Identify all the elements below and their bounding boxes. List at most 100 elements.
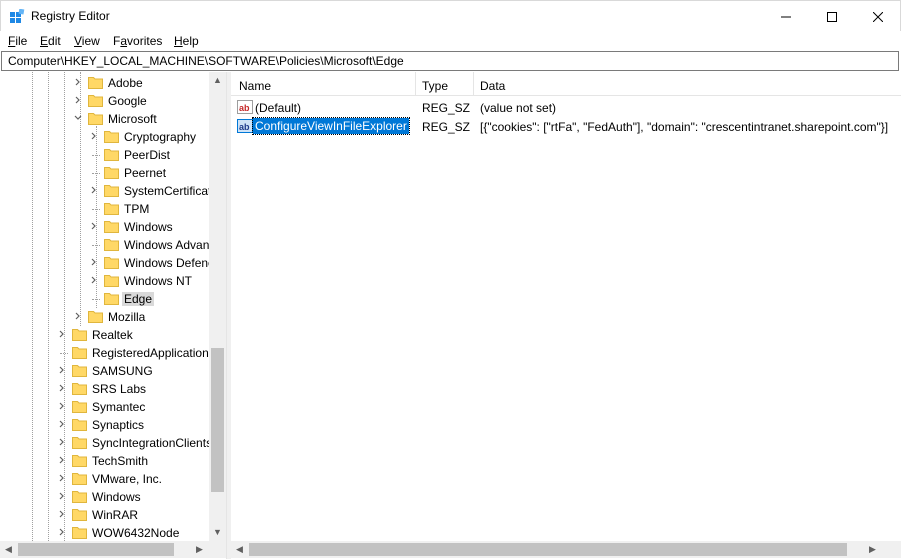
folder-icon	[72, 383, 87, 395]
menu-file[interactable]: File	[8, 34, 27, 48]
minimize-icon	[781, 16, 791, 17]
tree-item-label: Realtek	[92, 328, 133, 342]
value-data: [{"cookies": ["rtFa", "FedAuth"], "domai…	[480, 120, 889, 134]
chevron-right-icon[interactable]	[57, 383, 67, 393]
close-button[interactable]	[855, 1, 901, 32]
tree-item[interactable]: TechSmith	[0, 452, 226, 470]
column-separator[interactable]	[473, 72, 474, 96]
menu-help-rest: elp	[182, 34, 199, 48]
scroll-left-icon[interactable]: ◀	[5, 544, 12, 555]
chevron-right-icon[interactable]	[57, 365, 67, 375]
tree-item[interactable]: Windows Defenc	[0, 254, 226, 272]
tree-item[interactable]: Realtek	[0, 326, 226, 344]
chevron-right-icon[interactable]	[57, 455, 67, 465]
chevron-right-icon[interactable]	[89, 185, 99, 195]
tree-item[interactable]: Mozilla	[0, 308, 226, 326]
chevron-right-icon[interactable]	[57, 527, 67, 537]
maximize-button[interactable]	[809, 1, 855, 32]
tree-item[interactable]: TPM	[0, 200, 226, 218]
chevron-right-icon[interactable]	[57, 491, 67, 501]
chevron-right-icon[interactable]	[57, 509, 67, 519]
list-horizontal-scrollbar[interactable]: ◀ ▶	[231, 541, 901, 558]
tree-item[interactable]: Windows	[0, 488, 226, 506]
chevron-right-icon[interactable]	[73, 311, 83, 321]
tree-item-label: Symantec	[92, 400, 146, 414]
scroll-up-icon[interactable]: ▲	[213, 75, 222, 85]
address-bar[interactable]: Computer\HKEY_LOCAL_MACHINE\SOFTWARE\Pol…	[1, 51, 899, 71]
chevron-right-icon[interactable]	[57, 401, 67, 411]
tree-item[interactable]: Microsoft	[0, 110, 226, 128]
folder-icon	[88, 95, 103, 107]
tree-item[interactable]: Symantec	[0, 398, 226, 416]
list-horizontal-scroll-thumb[interactable]	[249, 543, 847, 556]
scroll-right-icon[interactable]: ▶	[196, 544, 203, 555]
tree-horizontal-scrollbar[interactable]: ◀ ▶	[0, 541, 226, 558]
chevron-right-icon[interactable]	[89, 131, 99, 141]
chevron-right-icon[interactable]	[89, 257, 99, 267]
chevron-right-icon[interactable]	[73, 77, 83, 87]
tree-item[interactable]: Windows NT	[0, 272, 226, 290]
svg-text:ab: ab	[239, 103, 250, 113]
menu-help[interactable]: Help	[174, 34, 199, 48]
tree-item-label: TPM	[124, 202, 150, 216]
column-separator[interactable]	[415, 72, 416, 96]
tree-item[interactable]: Windows	[0, 218, 226, 236]
tree-horizontal-scroll-thumb[interactable]	[18, 543, 174, 556]
values-list[interactable]: Name Type Data ab (Default) REG_SZ (valu…	[231, 72, 901, 559]
menu-edit[interactable]: Edit	[40, 34, 61, 48]
scroll-left-icon[interactable]: ◀	[236, 544, 243, 555]
tree-item-label: VMware, Inc.	[92, 472, 163, 486]
tree-vertical-scrollbar[interactable]: ▲ ▼	[209, 72, 226, 541]
tree-item[interactable]: SRS Labs	[0, 380, 226, 398]
list-header: Name Type Data	[231, 72, 901, 96]
tree-item[interactable]: SyncIntegrationClients	[0, 434, 226, 452]
value-row[interactable]: ab (Default) REG_SZ (value not set)	[231, 98, 901, 117]
column-header-type[interactable]: Type	[422, 79, 448, 93]
tree-item-label: TechSmith	[92, 454, 149, 468]
value-row-selected[interactable]: ab ConfigureViewInFileExplorer REG_SZ [{…	[231, 117, 901, 136]
chevron-right-icon[interactable]	[57, 437, 67, 447]
tree-item[interactable]: Windows Advan	[0, 236, 226, 254]
tree-item[interactable]: PeerDist	[0, 146, 226, 164]
minimize-button[interactable]	[763, 1, 809, 32]
scroll-right-icon[interactable]: ▶	[869, 544, 876, 555]
chevron-right-icon[interactable]	[89, 221, 99, 231]
tree-item-label: Google	[108, 94, 147, 108]
scroll-down-icon[interactable]: ▼	[213, 527, 222, 537]
menu-bar: File Edit View Favorites Help	[0, 31, 901, 51]
column-header-name[interactable]: Name	[239, 79, 271, 93]
tree-guide-line	[92, 173, 100, 174]
tree-item-label: Windows Defenc	[124, 256, 215, 270]
chevron-right-icon[interactable]	[57, 329, 67, 339]
menu-favorites[interactable]: Favorites	[113, 34, 162, 48]
chevron-right-icon[interactable]	[57, 473, 67, 483]
chevron-down-icon[interactable]	[73, 113, 83, 123]
tree-vertical-scroll-thumb[interactable]	[211, 348, 224, 492]
tree-item[interactable]: SystemCertificat	[0, 182, 226, 200]
registry-tree[interactable]: Adobe Google Microsoft Cryptography PeerDist…	[0, 72, 227, 559]
tree-item[interactable]: SAMSUNG	[0, 362, 226, 380]
value-type: REG_SZ	[422, 120, 471, 134]
tree-item-label: Edge	[122, 292, 155, 306]
tree-item-label: Windows	[124, 220, 173, 234]
tree-item[interactable]: RegisteredApplication	[0, 344, 226, 362]
tree-item[interactable]: Edge	[0, 290, 226, 308]
tree-item[interactable]: VMware, Inc.	[0, 470, 226, 488]
registry-editor-icon	[10, 9, 25, 23]
chevron-right-icon[interactable]	[73, 95, 83, 105]
tree-item-label: Cryptography	[124, 130, 197, 144]
tree-item[interactable]: WOW6432Node	[0, 524, 226, 542]
folder-icon	[72, 437, 87, 449]
tree-item[interactable]: Synaptics	[0, 416, 226, 434]
value-name: ConfigureViewInFileExplorer	[252, 117, 410, 135]
tree-item[interactable]: Peernet	[0, 164, 226, 182]
column-header-data[interactable]: Data	[480, 79, 505, 93]
chevron-right-icon[interactable]	[89, 275, 99, 285]
tree-item[interactable]: Google	[0, 92, 226, 110]
tree-item[interactable]: WinRAR	[0, 506, 226, 524]
folder-icon	[88, 113, 103, 125]
tree-item[interactable]: Adobe	[0, 74, 226, 92]
chevron-right-icon[interactable]	[57, 419, 67, 429]
menu-view[interactable]: View	[74, 34, 100, 48]
tree-item[interactable]: Cryptography	[0, 128, 226, 146]
